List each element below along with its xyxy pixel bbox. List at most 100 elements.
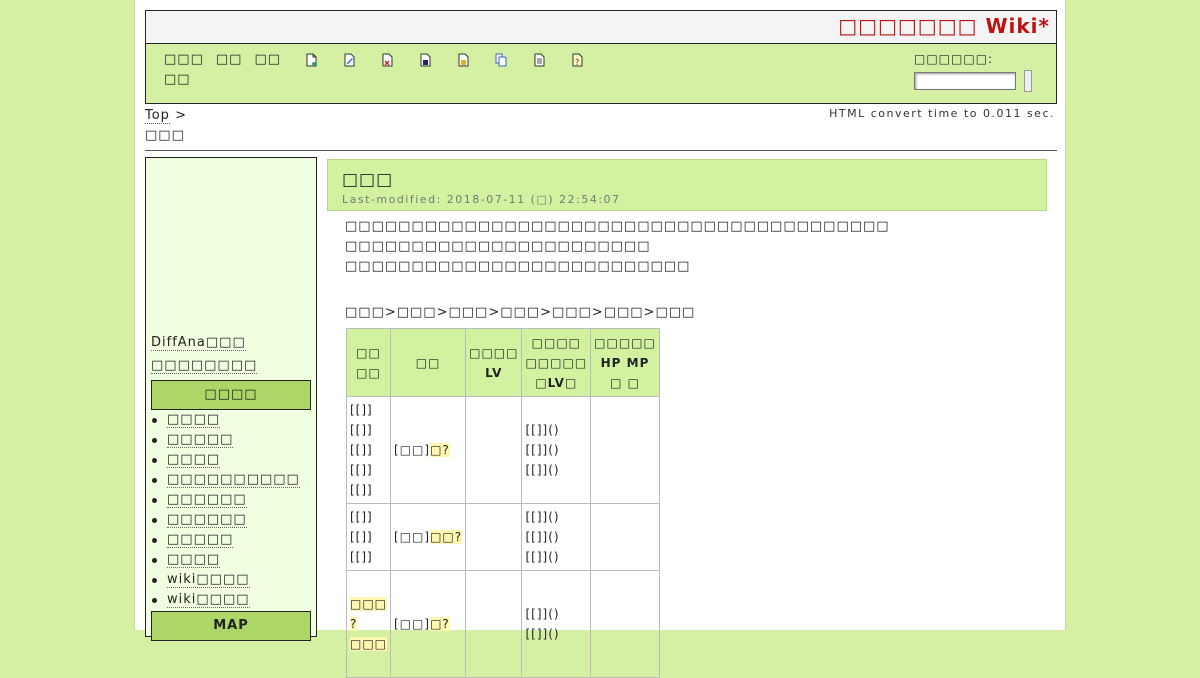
table-cell: □□□ ? □□□ bbox=[345, 570, 392, 678]
list-item: □□□□□ bbox=[152, 430, 300, 450]
cell-line: [[]]() bbox=[525, 607, 560, 621]
table-header-row: □□ □□ □□ □□□□ LV □□□□ □□□□□ □LV□ □□□□□ H… bbox=[345, 328, 660, 397]
table-cell: [[]]() [[]]() [[]]() bbox=[521, 396, 592, 504]
sidebar-menu-list: □□□□ □□□□□ □□□□ □□□□□□□□□□ □□□□□□ □□□□□□… bbox=[152, 410, 300, 610]
cell-line: [[]] bbox=[350, 463, 373, 477]
cell-prefix: [□□] bbox=[394, 617, 431, 631]
search-button[interactable] bbox=[1024, 70, 1032, 92]
sidebar-link-diffana[interactable]: DiffAna□□□ bbox=[151, 335, 246, 351]
list-item: □□□□ bbox=[152, 450, 300, 470]
breadcrumb-top-link[interactable]: Top bbox=[145, 108, 170, 124]
header-text: □□ □□ bbox=[356, 345, 381, 380]
sidebar-item[interactable]: □□□□□ bbox=[167, 432, 234, 448]
cell-link[interactable]: □□□ bbox=[350, 637, 388, 651]
nav-link-2[interactable]: □□ bbox=[216, 52, 243, 72]
cell-line: [[]] bbox=[350, 530, 373, 544]
site-title[interactable]: □□□□□□□ Wiki* bbox=[838, 14, 1050, 38]
table-cell bbox=[465, 503, 523, 571]
cell-line: [[]]() bbox=[525, 443, 560, 457]
search-label: □□□□□□: bbox=[914, 52, 994, 66]
table-cell: [□□]□? bbox=[390, 570, 467, 678]
sidebar: DiffAna□□□ □□□□□□□□ □□□□ □□□□ □□□□□ □□□□… bbox=[145, 157, 317, 641]
table-cell: [[]]() [[]]() bbox=[521, 570, 592, 678]
nav-link-3[interactable]: □□ bbox=[254, 52, 281, 72]
sidebar-item[interactable]: □□□□□□ bbox=[167, 512, 247, 528]
paragraph-2: □□□□□□□□□□□□□□□□□□□□□□□ bbox=[345, 239, 651, 254]
cell-line: [[]] bbox=[350, 550, 373, 564]
cell-line: [[]]() bbox=[525, 463, 560, 477]
sidebar-item[interactable]: □□□□□ bbox=[167, 532, 234, 548]
table-cell bbox=[590, 503, 660, 571]
cell-link[interactable]: □? bbox=[430, 443, 450, 457]
help-icon[interactable]: ? bbox=[570, 53, 584, 67]
site-header: □□□□□□□ Wiki* bbox=[145, 10, 1057, 44]
table-row: [[]] [[]] [[]] [□□]□□? [[]]() [[]]() [[]… bbox=[345, 503, 660, 571]
table-header: □□□□ LV bbox=[465, 328, 523, 397]
cell-link[interactable]: □? bbox=[430, 617, 450, 631]
list-item: □□□□□□ bbox=[152, 510, 300, 530]
cell-line: [[]] bbox=[350, 510, 373, 524]
sidebar-item[interactable]: □□□□ bbox=[167, 412, 221, 428]
table-cell bbox=[590, 570, 660, 678]
cell-prefix: [□□] bbox=[394, 530, 431, 544]
sidebar-item[interactable]: wiki□□□□ bbox=[167, 592, 250, 608]
cell-link[interactable]: □□? bbox=[430, 530, 463, 544]
breadcrumb: Top > □□□ bbox=[145, 106, 187, 146]
nav-link-1[interactable]: □□□ bbox=[164, 52, 204, 72]
table-cell: [[]] [[]] [[]] bbox=[345, 503, 392, 571]
search-input[interactable] bbox=[914, 72, 1016, 90]
evolution-chain: □□□>□□□>□□□>□□□>□□□>□□□>□□□ bbox=[345, 305, 696, 320]
cell-link[interactable]: ? bbox=[350, 617, 358, 631]
nav-link-4[interactable]: □□ bbox=[164, 72, 191, 92]
nav-links: □□□ □□ □□ □□ bbox=[164, 52, 281, 92]
cell-line: [[]] bbox=[350, 403, 373, 417]
freeze-icon[interactable] bbox=[456, 53, 470, 67]
page-title: □□□ bbox=[342, 170, 394, 190]
toolbar-icons: ? bbox=[304, 53, 584, 67]
sidebar-heading-menu: □□□□ bbox=[151, 380, 311, 410]
list-item: wiki□□□□ bbox=[152, 590, 300, 610]
cell-line: [[]] bbox=[350, 443, 373, 457]
new-page-icon[interactable] bbox=[304, 53, 318, 67]
list-item: □□□□□□ bbox=[152, 490, 300, 510]
convert-time: HTML convert time to 0.011 sec. bbox=[829, 107, 1055, 120]
table-cell bbox=[465, 570, 523, 678]
sidebar-item[interactable]: □□□□ bbox=[167, 552, 221, 568]
cell-link[interactable]: □□□ bbox=[350, 597, 388, 611]
header-text: □□□□□ HP MP □ □ bbox=[594, 335, 656, 390]
divider bbox=[145, 150, 1057, 151]
search-box: □□□□□□: bbox=[914, 52, 1032, 92]
list-item: □□□□ bbox=[152, 550, 300, 570]
header-text: □□ bbox=[415, 355, 441, 370]
table-cell: [[]]() [[]]() [[]]() bbox=[521, 503, 592, 571]
sidebar-item[interactable]: □□□□ bbox=[167, 452, 221, 468]
sidebar-link-2[interactable]: □□□□□□□□ bbox=[151, 358, 258, 374]
paragraph-3: □□□□□□□□□□□□□□□□□□□□□□□□□□ bbox=[345, 259, 691, 274]
cell-line: [[]]() bbox=[525, 627, 560, 641]
data-table: □□ □□ □□ □□□□ LV □□□□ □□□□□ □LV□ □□□□□ H… bbox=[345, 328, 660, 678]
diff-icon[interactable] bbox=[380, 53, 394, 67]
sidebar-item[interactable]: □□□□□□□□□□ bbox=[167, 472, 300, 488]
backup-icon[interactable] bbox=[418, 53, 432, 67]
cell-line: [[]] bbox=[350, 483, 373, 497]
edit-icon[interactable] bbox=[342, 53, 356, 67]
table-cell: [□□]□? bbox=[390, 396, 467, 504]
table-row: □□□ ? □□□ [□□]□? [[]]() [[]]() bbox=[345, 570, 660, 678]
nav-bar: □□□ □□ □□ □□ ? □□□□□□: bbox=[145, 43, 1057, 104]
sidebar-item[interactable]: □□□□□□ bbox=[167, 492, 247, 508]
header-text: □□□□ LV bbox=[469, 345, 519, 380]
sidebar-text-2: □□□□□□□□ bbox=[151, 358, 258, 374]
table-cell: [[]] [[]] [[]] [[]] [[]] bbox=[345, 396, 392, 504]
table-header: □□□□□ HP MP □ □ bbox=[590, 328, 660, 397]
list-item: wiki□□□□ bbox=[152, 570, 300, 590]
list-icon[interactable] bbox=[532, 53, 546, 67]
copy-icon[interactable] bbox=[494, 53, 508, 67]
table-cell bbox=[590, 396, 660, 504]
sidebar-text-1: DiffAna□□□ bbox=[151, 335, 246, 351]
cell-line: [[]]() bbox=[525, 423, 560, 437]
cell-line: [[]] bbox=[350, 423, 373, 437]
table-cell bbox=[465, 396, 523, 504]
table-header: □□ □□ bbox=[345, 328, 392, 397]
cell-line: [[]]() bbox=[525, 530, 560, 544]
sidebar-item[interactable]: wiki□□□□ bbox=[167, 572, 250, 588]
